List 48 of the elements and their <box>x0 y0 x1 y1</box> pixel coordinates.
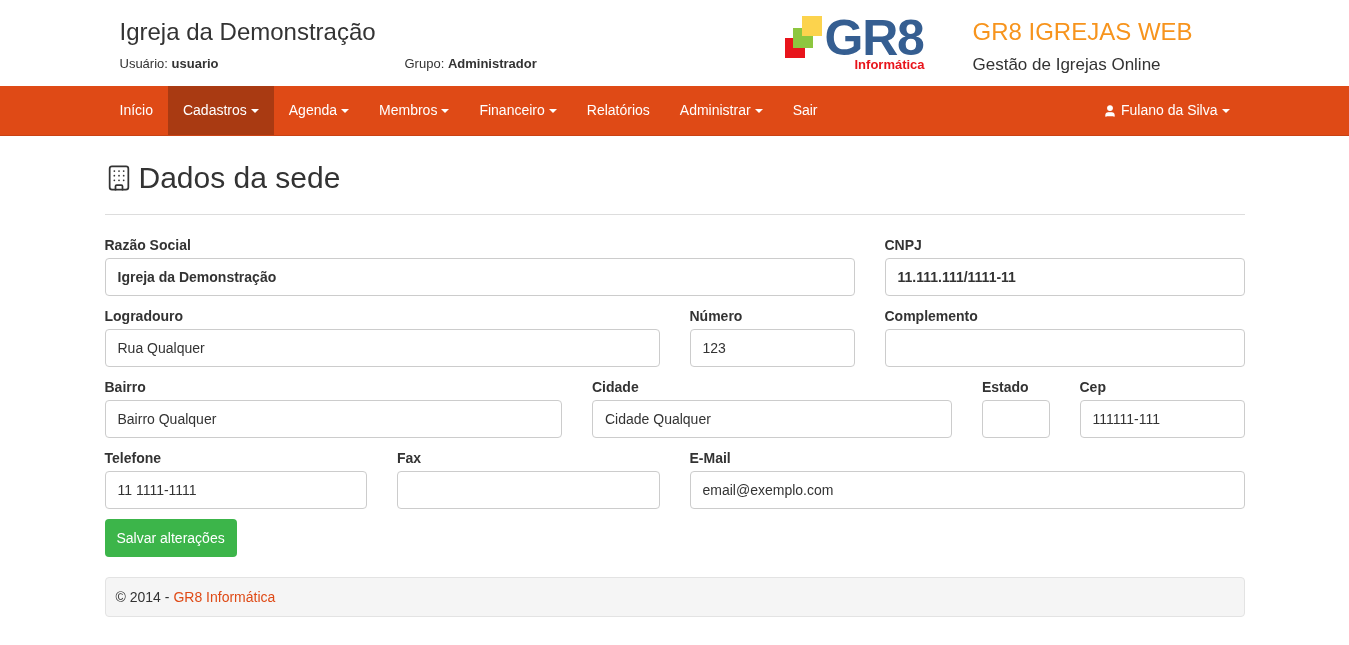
field-label: Cep <box>1079 378 1107 395</box>
caret-icon <box>548 108 557 113</box>
caret-icon <box>250 108 259 113</box>
nav-item[interactable]: Agenda <box>273 86 365 135</box>
tagline: Gestão de Igrejas Online <box>972 54 1162 76</box>
church-name: Igreja da Demonstração <box>119 17 377 47</box>
field-label: Fax <box>397 449 423 466</box>
field-label: Cidade <box>592 378 640 395</box>
product-name: GR8 IGREJAS WEB <box>972 17 1193 47</box>
nav-item[interactable]: Sair <box>777 86 833 135</box>
field-label: Estado <box>982 378 1030 395</box>
field-label: Número <box>689 307 744 324</box>
nav-item[interactable]: Início <box>104 86 168 135</box>
input-field[interactable] <box>982 400 1050 438</box>
caret-icon <box>754 108 763 113</box>
field-label: Logradouro <box>104 307 185 324</box>
input-field[interactable]: 111111-111 <box>1079 400 1245 438</box>
nav-item[interactable]: Relatórios <box>571 86 665 135</box>
user-menu[interactable]: Fulano da Silva <box>1088 86 1245 135</box>
field-label: Razão Social <box>104 236 192 253</box>
company-link[interactable]: GR8 Informática <box>173 586 276 608</box>
input-field[interactable]: email@exemplo.com <box>689 471 1245 509</box>
caret-icon <box>441 108 450 113</box>
nav-item[interactable]: Financeiro <box>464 86 572 135</box>
input-field[interactable]: 123 <box>689 329 855 367</box>
input-field[interactable]: 11 1111-1111 <box>104 471 367 509</box>
copyright-text: © 2014 - <box>115 587 170 607</box>
input-field[interactable]: Rua Qualquer <box>104 329 660 367</box>
user-info: Usuário: usuario <box>119 55 220 73</box>
nav-item[interactable]: Administrar <box>664 86 778 135</box>
nav-item[interactable]: Cadastros <box>167 86 274 135</box>
user-icon <box>1103 103 1117 118</box>
field-label: Bairro <box>104 378 147 395</box>
field-label: E-Mail <box>689 449 732 466</box>
input-field[interactable]: Bairro Qualquer <box>104 400 562 438</box>
field-label: Telefone <box>104 449 163 466</box>
input-field[interactable]: 11.111.111/1111-11 <box>884 258 1245 296</box>
field-label: Complemento <box>884 307 979 324</box>
input-field[interactable] <box>397 471 660 509</box>
nav-item[interactable]: Membros <box>364 86 465 135</box>
input-field[interactable] <box>884 329 1245 367</box>
page-title: Dados da sede <box>138 160 341 196</box>
input-field[interactable]: Cidade Qualquer <box>592 400 952 438</box>
group-info: Grupo: Administrador <box>404 55 537 73</box>
caret-icon <box>341 108 350 113</box>
input-field[interactable]: Igreja da Demonstração <box>104 258 855 296</box>
caret-icon <box>1221 108 1230 113</box>
field-label: CNPJ <box>884 236 923 253</box>
